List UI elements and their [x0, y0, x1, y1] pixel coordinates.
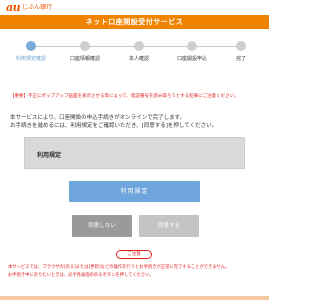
step-identity: 本人確認 — [110, 41, 168, 62]
intro-text: 本サービスにより、口座開設の申込手続きがオンラインで完了します。 お手続きを進め… — [10, 114, 260, 130]
terms-box: 利用規定 — [24, 137, 245, 169]
agree-button[interactable]: 同意する — [139, 215, 199, 237]
intro-line: 本サービスにより、口座開設の申込手続きがオンラインで完了します。 — [10, 115, 186, 121]
page-title: ネット口座開設受付サービス — [85, 18, 184, 26]
au-logo-mark: au — [6, 1, 21, 14]
step-dot-icon — [134, 41, 144, 51]
brand-logo: au じぶん銀行 — [6, 2, 52, 14]
step-terms-confirm: 利用規定確認 — [2, 41, 60, 62]
caution-text: 本サービスでは、ブラウザの[戻る]または[更新]などの操作を行うとお手続きが正常… — [8, 264, 264, 280]
caution-line: お手続き中に戻りたいときは、必ず各画面の戻るボタンを押してください。 — [8, 273, 154, 278]
security-warning: 【重要】不正にポップアップ画面を表示させる等によって、暗証番号を読み取ろうとする… — [10, 94, 239, 99]
intro-line: お手続きを進めるには、利用規定をご確認いただき、[同意する]を押してください。 — [10, 123, 218, 129]
step-current-dot-icon — [26, 41, 36, 51]
step-complete: 完了 — [212, 41, 270, 62]
step-label: 完了 — [235, 56, 246, 62]
bank-name: じぶん銀行 — [22, 4, 53, 11]
terms-title: 利用規定 — [37, 152, 62, 159]
caution-badge: ご注意 — [116, 250, 152, 259]
step-label: 口座情報確認 — [69, 56, 100, 62]
view-terms-button[interactable]: 利用規定 — [69, 181, 200, 202]
step-dot-icon — [236, 41, 246, 51]
step-label: 利用規定確認 — [15, 56, 46, 62]
step-label: 本人確認 — [128, 56, 149, 62]
step-dot-icon — [187, 41, 197, 51]
step-account-info: 口座情報確認 — [56, 41, 114, 62]
page-title-bar: ネット口座開設受付サービス — [0, 15, 269, 29]
step-dot-icon — [80, 41, 90, 51]
footer-bar — [0, 296, 269, 300]
disagree-button[interactable]: 同意しない — [72, 215, 132, 237]
caution-line: 本サービスでは、ブラウザの[戻る]または[更新]などの操作を行うとお手続きが正常… — [8, 265, 230, 270]
